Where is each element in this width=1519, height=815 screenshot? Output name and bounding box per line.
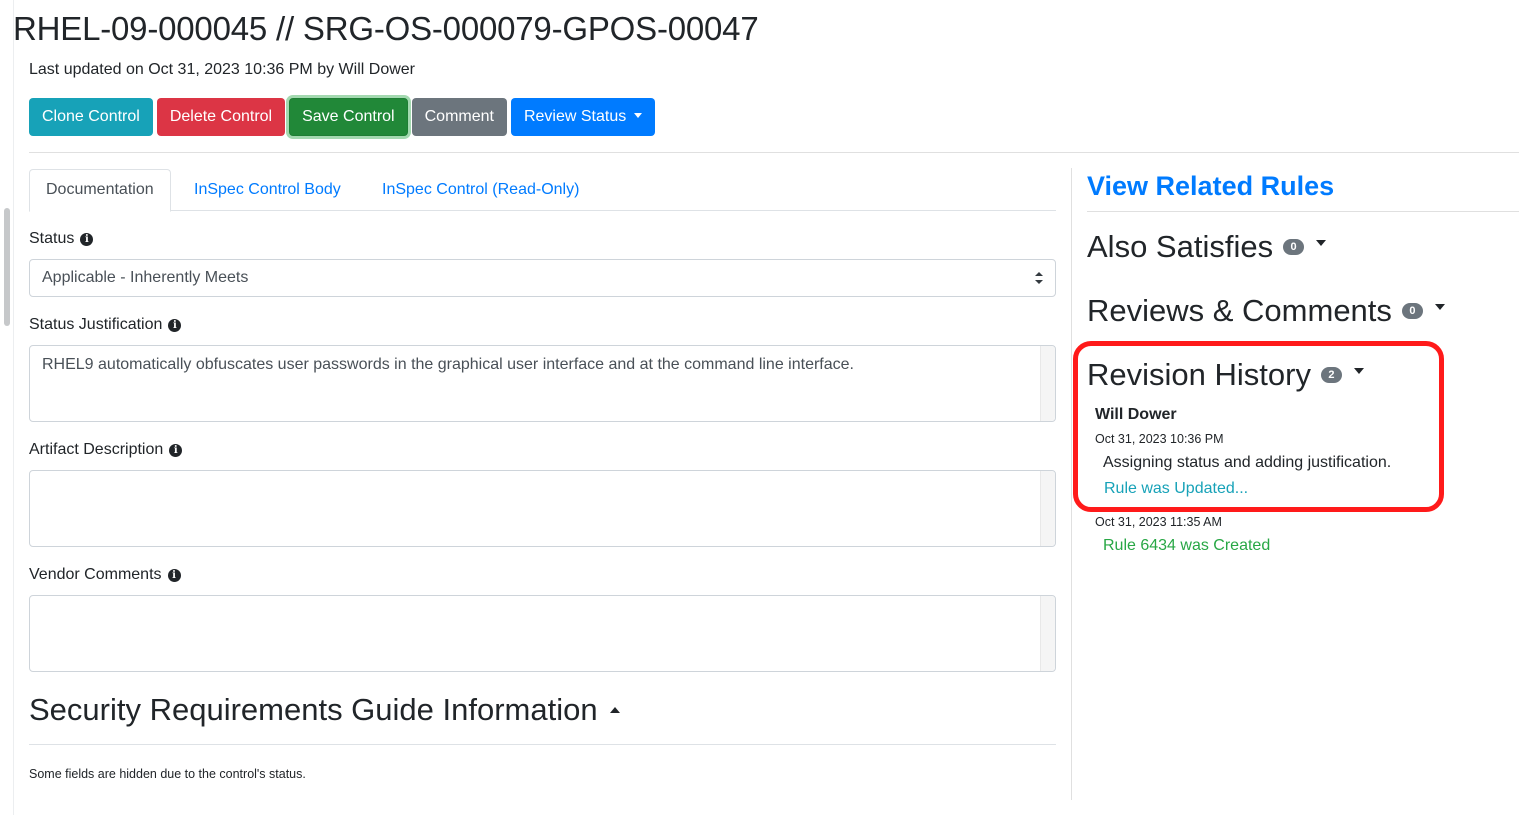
textarea-scrollbar[interactable] [1040, 346, 1055, 421]
status-label: Status i [29, 230, 94, 248]
tab-inspec-control-body[interactable]: InSpec Control Body [178, 169, 357, 211]
chevron-down-icon [634, 113, 643, 118]
chevron-up-icon [609, 707, 620, 713]
info-icon[interactable]: i [167, 568, 181, 582]
control-toolbar: Clone Control Delete Control Save Contro… [29, 98, 656, 136]
srg-section-toggle[interactable]: Security Requirements Guide Information [29, 692, 620, 728]
reviews-comments-toggle[interactable]: Reviews & Comments 0 [1087, 293, 1445, 329]
info-icon[interactable]: i [168, 318, 182, 332]
textarea-scrollbar[interactable] [1040, 596, 1055, 671]
info-icon[interactable]: i [169, 443, 183, 457]
artifact-description-label: Artifact Description i [29, 441, 183, 459]
status-justification-textarea[interactable]: RHEL9 automatically obfuscates user pass… [29, 345, 1056, 422]
artifact-description-label-text: Artifact Description [29, 441, 164, 458]
also-satisfies-heading: Also Satisfies [1087, 229, 1274, 264]
hidden-fields-note: Some fields are hidden due to the contro… [29, 767, 306, 781]
revision-timestamp: Oct 31, 2023 11:35 AM [1095, 515, 1222, 529]
rule-updated-link[interactable]: Rule was Updated... [1104, 480, 1248, 498]
select-arrows-icon [1035, 272, 1043, 284]
status-justification-value: RHEL9 automatically obfuscates user pass… [42, 356, 854, 373]
status-justification-label: Status Justification i [29, 316, 182, 334]
sidebar-divider [1087, 211, 1519, 212]
srg-section-heading: Security Requirements Guide Information [29, 692, 598, 727]
vendor-comments-label-text: Vendor Comments [29, 566, 162, 583]
comment-button[interactable]: Comment [411, 98, 507, 136]
clone-control-button[interactable]: Clone Control [29, 98, 153, 136]
info-icon[interactable]: i [80, 232, 94, 246]
page-title: RHEL-09-000045 // SRG-OS-000079-GPOS-000… [13, 10, 759, 47]
revision-comment: Assigning status and adding justificatio… [1103, 454, 1392, 471]
delete-control-button[interactable]: Delete Control [156, 98, 286, 136]
vendor-comments-label: Vendor Comments i [29, 566, 181, 584]
tab-documentation[interactable]: Documentation [29, 169, 171, 212]
last-updated-text: Last updated on Oct 31, 2023 10:36 PM by… [29, 61, 415, 78]
column-divider [1071, 168, 1072, 800]
status-select[interactable]: Applicable - Inherently Meets [29, 259, 1056, 297]
reviews-comments-heading: Reviews & Comments [1087, 293, 1392, 328]
revision-author: Will Dower [1095, 406, 1177, 423]
artifact-description-textarea[interactable] [29, 470, 1056, 547]
revision-timestamp: Oct 31, 2023 10:36 PM [1095, 432, 1224, 446]
rule-created-message: Rule 6434 was Created [1103, 537, 1271, 554]
status-justification-label-text: Status Justification [29, 316, 163, 333]
status-select-value: Applicable - Inherently Meets [42, 269, 249, 286]
vendor-comments-textarea[interactable] [29, 595, 1056, 672]
also-satisfies-toggle[interactable]: Also Satisfies 0 [1087, 229, 1327, 265]
reviews-comments-count-badge: 0 [1401, 303, 1423, 319]
srg-section-divider [29, 744, 1056, 745]
view-related-rules-link[interactable]: View Related Rules [1087, 171, 1334, 202]
page-scrollbar-thumb[interactable] [4, 208, 10, 326]
save-control-button[interactable]: Save Control [289, 98, 408, 136]
review-status-dropdown-button[interactable]: Review Status [510, 98, 656, 136]
chevron-down-icon [1434, 304, 1445, 310]
review-status-label: Review Status [523, 108, 627, 125]
chevron-down-icon [1316, 240, 1327, 246]
status-label-text: Status [29, 230, 75, 247]
control-tabs: Documentation InSpec Control Body InSpec… [29, 169, 1056, 212]
textarea-scrollbar[interactable] [1040, 471, 1055, 546]
tab-inspec-control-readonly[interactable]: InSpec Control (Read-Only) [366, 169, 595, 211]
page-scrollbar[interactable] [0, 0, 14, 815]
toolbar-divider [29, 152, 1519, 153]
also-satisfies-count-badge: 0 [1283, 239, 1305, 255]
